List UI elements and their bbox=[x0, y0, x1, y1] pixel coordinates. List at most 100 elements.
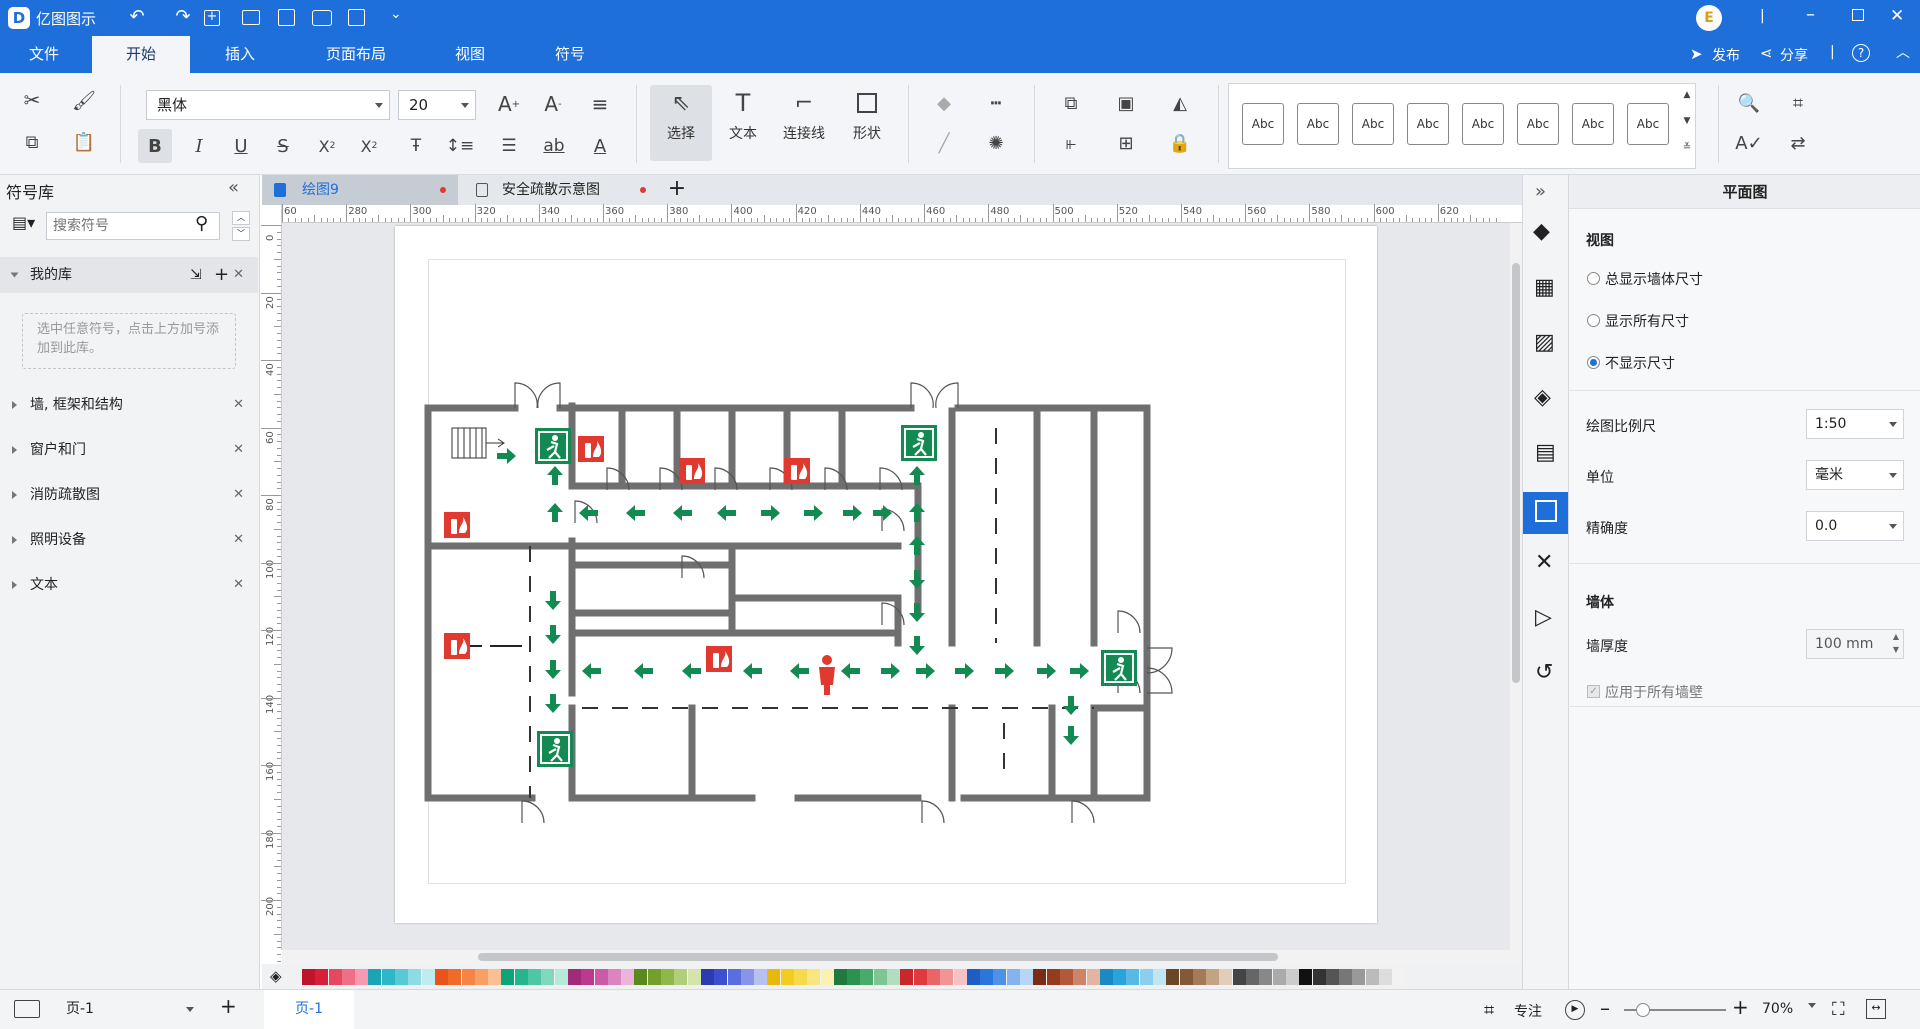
strikethrough-icon[interactable]: S bbox=[268, 129, 298, 163]
color-swatch[interactable] bbox=[1312, 969, 1326, 985]
publish-button[interactable]: 发布 bbox=[1712, 45, 1740, 65]
color-swatch[interactable] bbox=[1153, 969, 1166, 985]
precision-select[interactable]: 0.0 bbox=[1806, 511, 1904, 541]
color-swatch[interactable] bbox=[807, 969, 821, 985]
wall-thickness-input[interactable]: 100 mm ▲ ▼ bbox=[1806, 629, 1904, 659]
color-swatch[interactable] bbox=[434, 969, 448, 985]
color-swatch[interactable] bbox=[860, 969, 874, 985]
color-swatch[interactable] bbox=[634, 969, 648, 985]
color-swatch[interactable] bbox=[501, 969, 515, 985]
decrease-font-icon[interactable]: A- bbox=[538, 89, 568, 119]
copy-icon[interactable]: ⧉ bbox=[18, 129, 46, 155]
floor-plan-panel-tab[interactable] bbox=[1523, 492, 1569, 534]
apply-all-checkbox[interactable]: ✓ bbox=[1587, 685, 1600, 698]
fill-icon[interactable]: ◆ bbox=[926, 89, 962, 117]
color-swatch[interactable] bbox=[966, 969, 980, 985]
color-swatch[interactable] bbox=[1179, 969, 1193, 985]
close-icon[interactable]: ✕ bbox=[233, 477, 244, 513]
text-tool-button[interactable]: T 文本 bbox=[716, 85, 770, 161]
color-swatch[interactable] bbox=[1379, 969, 1393, 985]
connect-icon[interactable]: ✕ bbox=[1535, 550, 1553, 575]
radio-show-wall-dims[interactable] bbox=[1587, 272, 1600, 285]
focus-icon[interactable]: ⌗ bbox=[1484, 1000, 1494, 1021]
menu-home[interactable]: 开始 bbox=[92, 36, 190, 73]
my-library-header[interactable]: 我的库 ⇲ + ✕ bbox=[0, 257, 258, 293]
vertical-scrollbar[interactable] bbox=[1510, 223, 1522, 950]
close-window-icon[interactable]: ✕ bbox=[1890, 6, 1904, 26]
color-swatch[interactable] bbox=[740, 969, 754, 985]
new-file-icon[interactable]: + bbox=[204, 10, 220, 26]
color-swatch[interactable] bbox=[1126, 969, 1140, 985]
cut-icon[interactable]: ✂ bbox=[18, 87, 46, 113]
search-icon[interactable]: ⚲ bbox=[195, 213, 208, 234]
color-swatch[interactable] bbox=[581, 969, 595, 985]
subscript-icon[interactable]: X2 bbox=[354, 129, 384, 163]
menu-insert[interactable]: 插入 bbox=[196, 36, 284, 73]
color-swatch[interactable] bbox=[1299, 969, 1313, 985]
color-swatch[interactable] bbox=[754, 969, 768, 985]
underline-icon[interactable]: U bbox=[226, 129, 256, 163]
color-swatch[interactable] bbox=[528, 969, 542, 985]
tab-evacuation-map[interactable]: 安全疏散示意图 bbox=[462, 175, 658, 205]
radio-show-all-dims[interactable] bbox=[1587, 314, 1600, 327]
style-preset[interactable]: Abc bbox=[1242, 103, 1284, 145]
color-swatch[interactable] bbox=[1099, 969, 1113, 985]
fit-width-icon[interactable]: ↔ bbox=[1866, 999, 1886, 1019]
color-swatch[interactable] bbox=[993, 969, 1007, 985]
color-swatch[interactable] bbox=[900, 969, 914, 985]
color-swatch[interactable] bbox=[1392, 969, 1406, 985]
color-swatch[interactable] bbox=[1352, 969, 1366, 985]
close-icon[interactable]: ✕ bbox=[233, 567, 244, 603]
color-swatch[interactable] bbox=[395, 969, 409, 985]
add-tab-icon[interactable]: + bbox=[662, 175, 692, 205]
history-icon[interactable]: ↺ bbox=[1535, 660, 1553, 685]
add-page-icon[interactable]: + bbox=[220, 994, 237, 1018]
color-swatch[interactable] bbox=[1046, 969, 1060, 985]
close-icon[interactable]: ✕ bbox=[233, 522, 244, 558]
color-swatch[interactable] bbox=[368, 969, 382, 985]
restore-icon[interactable] bbox=[1852, 9, 1864, 21]
lock-icon[interactable]: 🔒 bbox=[1160, 129, 1200, 157]
color-swatch[interactable] bbox=[1020, 969, 1034, 985]
color-swatch[interactable] bbox=[1285, 969, 1299, 985]
color-swatch[interactable] bbox=[1086, 969, 1100, 985]
grid-layout-icon[interactable]: ▦ bbox=[1534, 275, 1555, 300]
zoom-out-icon[interactable]: – bbox=[1600, 996, 1610, 1020]
scale-select[interactable]: 1:50 bbox=[1806, 409, 1904, 439]
zoom-slider-thumb[interactable] bbox=[1636, 1003, 1650, 1017]
quick-access-more-icon[interactable]: ⌄ bbox=[390, 6, 402, 22]
tab-drawing9[interactable]: 绘图9 bbox=[262, 175, 458, 205]
floor-plan[interactable] bbox=[282, 223, 1510, 950]
replace-shape-icon[interactable]: ⇄ bbox=[1778, 129, 1818, 157]
color-swatch[interactable] bbox=[647, 969, 661, 985]
color-swatch[interactable] bbox=[980, 969, 994, 985]
text-direction-icon[interactable]: Ŧ bbox=[398, 129, 434, 163]
user-avatar[interactable]: E bbox=[1696, 5, 1722, 31]
vertical-scroll-thumb[interactable] bbox=[1512, 263, 1520, 683]
color-swatch[interactable] bbox=[315, 969, 329, 985]
color-swatch[interactable] bbox=[1206, 969, 1220, 985]
text-highlight-icon[interactable]: ab bbox=[534, 129, 574, 163]
expand-panel-icon[interactable]: » bbox=[1535, 181, 1546, 202]
close-icon[interactable]: ✕ bbox=[233, 387, 244, 423]
connector-tool-button[interactable]: ⌐ 连接线 bbox=[774, 85, 834, 161]
color-swatch[interactable] bbox=[1059, 969, 1073, 985]
color-swatch[interactable] bbox=[474, 969, 488, 985]
color-swatch[interactable] bbox=[408, 969, 422, 985]
fill-style-icon[interactable]: ◆ bbox=[1533, 219, 1550, 244]
layers-icon[interactable]: ◈ bbox=[1534, 385, 1551, 410]
redo-icon[interactable]: ↷ bbox=[170, 6, 196, 30]
bold-icon[interactable]: B bbox=[138, 129, 172, 163]
color-swatch[interactable] bbox=[1365, 969, 1379, 985]
scroll-up-icon[interactable]: ︿ bbox=[232, 211, 250, 225]
image-icon[interactable]: ▨ bbox=[1534, 330, 1555, 355]
font-size-select[interactable]: 20 bbox=[398, 90, 476, 120]
radio-hide-dims[interactable] bbox=[1587, 356, 1600, 369]
spell-check-icon[interactable]: A✓ bbox=[1734, 129, 1764, 157]
gallery-up-icon[interactable]: ▲ bbox=[1680, 87, 1694, 103]
shape-tool-button[interactable]: 形状 bbox=[838, 85, 896, 161]
color-swatch[interactable] bbox=[847, 969, 861, 985]
crop-icon[interactable]: ⌗ bbox=[1778, 89, 1818, 117]
page-view-icon[interactable] bbox=[14, 1000, 40, 1018]
align-icon[interactable]: ≡ bbox=[582, 89, 618, 119]
